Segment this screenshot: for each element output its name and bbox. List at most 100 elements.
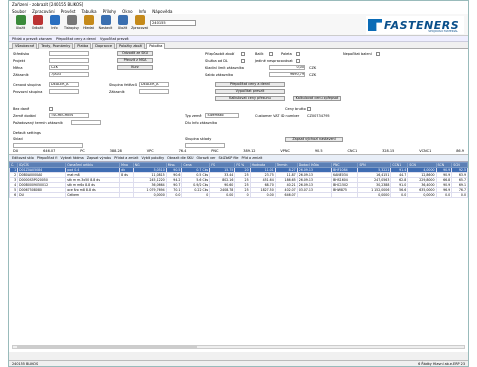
menu-prilohy[interactable]: Přílohy — [103, 9, 117, 14]
table-cell: 0 — [234, 192, 251, 198]
label-adapt-goods: Přizpůsobit zboží — [205, 52, 235, 56]
grid-write-production[interactable]: Zapsat výrobu — [87, 156, 112, 160]
menu-info[interactable]: Info — [139, 9, 147, 14]
info-button[interactable]: Info — [46, 15, 63, 35]
adapt-goods-checkbox[interactable] — [241, 52, 245, 56]
grid-show-ver[interactable]: Obrazit ver — [197, 156, 216, 160]
field-chain-group[interactable]: DEALER_A — [139, 82, 169, 87]
rate-button[interactable]: Kurz — [117, 65, 153, 70]
field-warehouse-group[interactable] — [185, 143, 225, 148]
menu-okno[interactable]: Okno — [122, 9, 132, 14]
menu-soubor[interactable]: Soubor — [12, 9, 26, 14]
field-projekt[interactable] — [49, 58, 89, 63]
label-chain-group: Skupina řetězců — [109, 83, 138, 87]
find-button[interactable]: Hledat — [80, 15, 97, 35]
grid-add-remove[interactable]: Přidat a zmizit — [114, 156, 138, 160]
sum-du-label: DU — [13, 149, 19, 153]
service-dl-checkbox[interactable] — [241, 59, 245, 63]
quick-calc-take[interactable]: Vypočítat prevzít — [100, 37, 129, 41]
items-grid: Č. ID/ČÍS Označení artiklu Mno NG Mno. C… — [9, 162, 468, 352]
field-country-type[interactable]: Tuzemsko — [205, 113, 239, 118]
settings-icon — [100, 15, 111, 25]
grid-pick-items[interactable]: Vybít položky — [141, 156, 164, 160]
grid-edit-glass[interactable]: Editovat sklo — [12, 156, 34, 160]
label-balance: Saldo zákazníka — [205, 73, 234, 77]
menu-napoveda[interactable]: Nápověda — [152, 9, 172, 14]
settings-button[interactable]: Nastavit — [97, 15, 114, 35]
scroll-thumb[interactable] — [17, 346, 197, 348]
label-stredisko: Středisko — [13, 52, 30, 56]
credit-limit-currency: CZK — [309, 66, 317, 70]
no-tax-checkbox[interactable] — [49, 107, 53, 111]
lock-icon — [117, 15, 128, 25]
no-packing-checkbox[interactable] — [376, 52, 380, 56]
process-button[interactable]: Zpracovat — [131, 15, 148, 35]
grid-recalc[interactable]: Přepočítat ři — [37, 156, 58, 160]
calc-overwrite-button[interactable]: Kalkulovat cenu zpřepsat — [293, 96, 341, 101]
calc-transfer-button[interactable]: Kalkulovat ceny přesunu — [215, 96, 285, 101]
take-msa-button[interactable]: Převzít z MSA — [117, 58, 153, 63]
document-combo[interactable]: 240155 — [150, 20, 196, 26]
save-button[interactable]: Uložit — [12, 15, 29, 35]
print-button[interactable]: Tiskopisy — [63, 15, 80, 35]
status-bar: 240155 BLIKOS 6 Řádky Hlavní ab.e.ERP 23 — [9, 360, 468, 366]
sum-cnc1-value: 328.15 — [382, 149, 395, 153]
table-cell: 0,0000 — [407, 192, 437, 198]
package-checkbox[interactable] — [269, 52, 273, 56]
label-default-settings: Default settings — [13, 131, 41, 135]
write-defaults-button[interactable]: Zapsat výchozí nastavení — [285, 137, 343, 142]
menu-provest[interactable]: Provést — [61, 9, 76, 14]
derive-sku-button[interactable]: Odvodit ze SKU — [117, 51, 153, 56]
grid-show-sku[interactable]: Obrazit dle SKU — [167, 156, 193, 160]
sum-vpc-value: 76.4 — [178, 149, 187, 153]
field-customer[interactable]: 7/A03 — [49, 72, 89, 77]
header-form: Středisko Odvodit ze SKU Přizpůsobit zbo… — [9, 49, 468, 155]
field-currency[interactable]: CZK — [49, 65, 89, 70]
grid-select-rows[interactable]: Vybrat řádma — [60, 156, 83, 160]
label-zakaznik: Zákazník — [13, 73, 29, 77]
label-service-dl: Služba od DL — [205, 59, 228, 63]
summary-row: DU 646.07 PC 388.28 VPC 76.4 PNC 389.12 VPNC… — [13, 149, 464, 153]
quick-add-record[interactable]: Přidat a prevzít záznam — [12, 37, 52, 41]
quick-recalc-prices[interactable]: Přepočítat ceny a denní — [56, 37, 96, 41]
gross-checkbox[interactable] — [307, 107, 311, 111]
logo-mark-icon — [368, 19, 382, 31]
sum-vpc-label: VPC — [146, 149, 154, 153]
field-requested-date[interactable] — [71, 120, 101, 125]
table-row[interactable]: 6 DU Celkem 0,0000 0.0 0 0.00 0 0.00 646.07 0,0000… — [9, 192, 468, 198]
table-cell: 646.07 — [274, 192, 298, 198]
field-op-group[interactable] — [49, 89, 79, 94]
tab-strip: Všeobecné Texty, Poznámky Platba Dopravc… — [9, 42, 468, 49]
grid-kp-file[interactable]: SkiZbKP file — [218, 156, 238, 160]
table-cell: 0.00 — [209, 192, 236, 198]
field-price-group[interactable]: DEALER_A — [49, 82, 79, 87]
table-cell: 0,0000 — [357, 192, 392, 198]
single-no-process-checkbox[interactable] — [296, 59, 300, 63]
sum-pnc-label: PNC — [211, 149, 219, 153]
undo-button[interactable]: Odložit — [29, 15, 46, 35]
field-stredisko[interactable] — [49, 51, 89, 56]
horizontal-scrollbar[interactable] — [12, 345, 465, 349]
field-delivery-country[interactable]: TSCHECHIEN — [49, 113, 89, 118]
recalc-prices-button[interactable]: Přepočítat ceny a denní — [215, 82, 285, 87]
label-requested-date: Požadovaný termín zákazník — [13, 121, 63, 125]
info-icon — [49, 15, 60, 25]
process-icon — [134, 15, 145, 25]
table-cell: 0.00 — [249, 192, 276, 198]
field-customer2[interactable] — [139, 89, 169, 94]
field-vat-id: CZ00734795 — [307, 114, 330, 118]
menu-zpracovani[interactable]: Zpracování — [32, 9, 55, 14]
table-cell: 0.0 — [451, 192, 468, 198]
pallet-checkbox[interactable] — [296, 52, 300, 56]
table-cell: 0.0 — [435, 192, 453, 198]
field-warehouse[interactable] — [13, 143, 83, 148]
menu-tabulka[interactable]: Tabulka — [81, 9, 96, 14]
label-package: Balík — [255, 52, 264, 56]
calc-take-button[interactable]: Vypočítat prevzít — [215, 89, 285, 94]
grid-add-remove-2[interactable]: Přid a zmizit — [242, 156, 263, 160]
label-warehouse-group: Skupina sklady — [185, 137, 212, 141]
label-op-group: Provozní skupina — [13, 90, 43, 94]
sum-pc-label: PC — [80, 149, 85, 153]
title-bar: Zařízení - zobrazit [240155 BLIKOS] — [9, 1, 468, 8]
lock-button[interactable]: Uložit — [114, 15, 131, 35]
